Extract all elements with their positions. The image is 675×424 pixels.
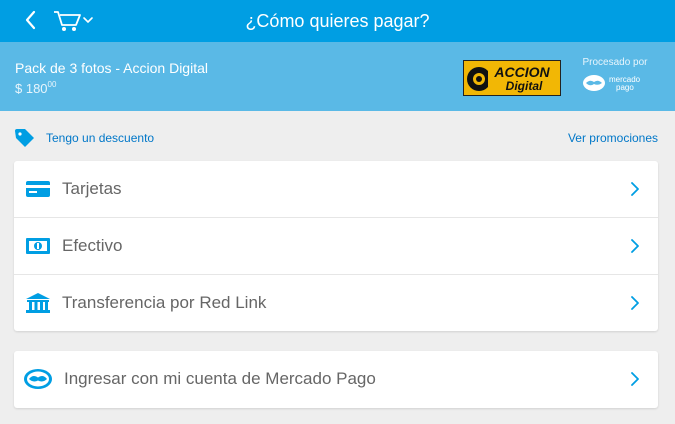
chevron-right-icon — [630, 295, 640, 311]
merchant-logo: ACCION Digital — [463, 60, 561, 96]
price-cents: 00 — [47, 80, 57, 89]
option-mercadopago-account[interactable]: Ingresar con mi cuenta de Mercado Pago — [14, 351, 658, 408]
option-transferencia[interactable]: Transferencia por Red Link — [14, 275, 658, 332]
option-label: Tarjetas — [62, 179, 122, 198]
product-price: $ 18000 — [15, 80, 56, 96]
option-efectivo[interactable]: Efectivo — [14, 218, 658, 275]
svg-text:ACCION: ACCION — [493, 64, 550, 80]
price-amount: $ 180 — [15, 81, 48, 96]
option-label: Ingresar con mi cuenta de Mercado Pago — [64, 369, 376, 388]
option-label: Efectivo — [62, 236, 123, 255]
chevron-right-icon — [630, 181, 640, 197]
svg-text:pago: pago — [616, 83, 634, 92]
promotions-link[interactable]: Ver promociones — [568, 131, 658, 145]
account-login-list: Ingresar con mi cuenta de Mercado Pago — [14, 351, 658, 408]
chevron-right-icon — [630, 371, 640, 387]
mercadopago-handshake-icon — [23, 368, 53, 390]
tag-icon[interactable] — [14, 128, 36, 148]
discount-row: Tengo un descuento Ver promociones — [14, 128, 662, 148]
chevron-right-icon — [630, 238, 640, 254]
bank-icon — [25, 292, 51, 314]
cash-icon — [25, 235, 51, 257]
option-label: Transferencia por Red Link — [62, 293, 267, 312]
product-description: Pack de 3 fotos - Accion Digital — [15, 60, 208, 76]
payment-methods-list: Tarjetas Efectivo Transferencia por Red … — [14, 161, 658, 331]
page-title: ¿Cómo quieres pagar? — [245, 11, 430, 31]
card-icon — [25, 178, 51, 200]
processed-by-label: Procesado por — [582, 57, 648, 68]
svg-text:Digital: Digital — [506, 79, 543, 93]
discount-link[interactable]: Tengo un descuento — [46, 131, 154, 145]
mercadopago-logo: mercado pago — [582, 73, 652, 93]
purchase-summary: Pack de 3 fotos - Accion Digital $ 18000… — [0, 42, 675, 111]
option-tarjetas[interactable]: Tarjetas — [14, 161, 658, 218]
top-bar: ¿Cómo quieres pagar? — [0, 0, 675, 42]
